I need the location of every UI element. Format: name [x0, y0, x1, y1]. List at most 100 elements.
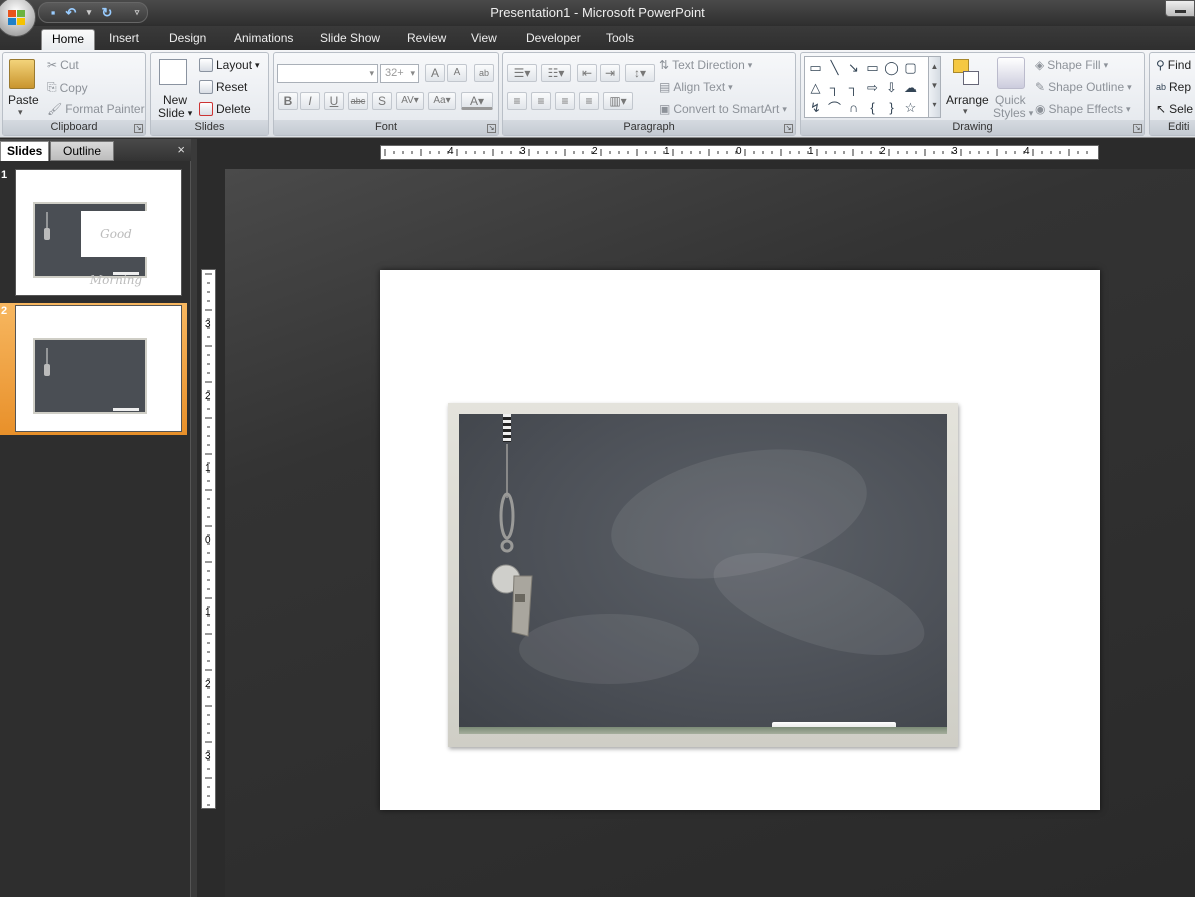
- shape-outline-button[interactable]: ✎ Shape Outline ▾: [1035, 80, 1132, 94]
- strikethrough-icon[interactable]: abc: [348, 92, 368, 110]
- arrange-icon[interactable]: [951, 57, 983, 89]
- paragraph-launcher-icon[interactable]: ↘: [784, 124, 793, 133]
- quick-styles-icon[interactable]: [997, 57, 1025, 89]
- rounded-rect-shape-icon[interactable]: ▢: [902, 59, 919, 76]
- align-text-button[interactable]: ▤ Align Text ▾: [659, 80, 733, 94]
- reset-button[interactable]: Reset: [199, 80, 247, 94]
- hruler-num: 4: [1024, 146, 1030, 157]
- bullets-icon[interactable]: ☰▾: [507, 64, 537, 82]
- undo-icon[interactable]: ↶: [63, 5, 79, 21]
- shapes-gallery[interactable]: ▭ ╲ ↘ ▭ ◯ ▢ △ ┐ ┐ ⇨ ⇩ ☁ ↯ ⌒ ∩ { } ☆ ▲ ▼ ▾: [804, 56, 941, 118]
- change-case-icon[interactable]: Aa▾: [428, 92, 456, 110]
- find-button[interactable]: ⚲ Find: [1156, 58, 1191, 72]
- tab-tools[interactable]: Tools: [596, 29, 644, 50]
- tab-review[interactable]: Review: [397, 29, 456, 50]
- columns-icon[interactable]: ▥▾: [603, 92, 633, 110]
- paste-button[interactable]: Paste: [8, 93, 39, 107]
- arrange-button[interactable]: Arrange: [946, 93, 989, 107]
- tab-insert[interactable]: Insert: [99, 29, 149, 50]
- clear-formatting-icon[interactable]: ab: [474, 64, 494, 82]
- italic-icon[interactable]: I: [300, 92, 320, 110]
- shadow-icon[interactable]: S: [372, 92, 392, 110]
- rectangle-shape-icon[interactable]: ▭: [864, 59, 881, 76]
- replace-button[interactable]: ab Rep: [1156, 80, 1191, 94]
- format-painter-button[interactable]: 🖌 Format Painter: [47, 102, 145, 116]
- redo-icon[interactable]: ↻: [99, 5, 115, 21]
- slide-thumbnail-1[interactable]: 1 Good Morning: [0, 167, 187, 299]
- convert-smartart-button[interactable]: ▣ Convert to SmartArt ▾: [659, 102, 787, 116]
- bold-icon[interactable]: B: [278, 92, 298, 110]
- tab-view[interactable]: View: [461, 29, 507, 50]
- font-color-icon[interactable]: A▾: [461, 92, 493, 110]
- new-slide-icon[interactable]: [159, 59, 187, 85]
- numbering-icon[interactable]: ☷▾: [541, 64, 571, 82]
- shape-fill-button[interactable]: ◈ Shape Fill ▾: [1035, 58, 1108, 72]
- tab-outline[interactable]: Outline: [50, 141, 115, 161]
- freeform-shape-icon[interactable]: ☁: [902, 79, 919, 96]
- arrange-dropdown-icon[interactable]: ▾: [963, 106, 968, 117]
- font-launcher-icon[interactable]: ↘: [487, 124, 496, 133]
- tab-slide-show[interactable]: Slide Show: [310, 29, 390, 50]
- tab-design[interactable]: Design: [159, 29, 216, 50]
- slide-thumbnail-2[interactable]: 2: [0, 303, 187, 435]
- arc-shape-icon[interactable]: ⌒: [826, 99, 843, 116]
- clipboard-launcher-icon[interactable]: ↘: [134, 124, 143, 133]
- right-brace-shape-icon[interactable]: }: [883, 99, 900, 116]
- elbow-arrow-shape-icon[interactable]: ┐: [845, 79, 862, 96]
- shrink-font-icon[interactable]: A: [447, 64, 467, 82]
- shape-effects-button[interactable]: ◉ Shape Effects ▾: [1035, 102, 1131, 116]
- elbow-connector-shape-icon[interactable]: ┐: [826, 79, 843, 96]
- font-size-combo[interactable]: 32+: [380, 64, 419, 83]
- character-spacing-icon[interactable]: AV▾: [396, 92, 424, 110]
- close-pane-icon[interactable]: ×: [177, 142, 185, 157]
- slide[interactable]: [380, 270, 1100, 810]
- new-slide-label-2[interactable]: Slide ▾: [158, 106, 192, 120]
- curved-arrow-shape-icon[interactable]: ↯: [807, 99, 824, 116]
- shapes-scroll-icon[interactable]: ▲ ▼ ▾: [928, 57, 940, 117]
- line-shape-icon[interactable]: ╲: [826, 59, 843, 76]
- thumbnail-chalk: [113, 408, 139, 411]
- increase-indent-icon[interactable]: ⇥: [600, 64, 620, 82]
- left-brace-shape-icon[interactable]: {: [864, 99, 881, 116]
- paste-dropdown-icon[interactable]: ▾: [18, 107, 23, 118]
- drawing-launcher-icon[interactable]: ↘: [1133, 124, 1142, 133]
- undo-dropdown-icon[interactable]: ▾: [81, 5, 97, 21]
- chalkboard-picture[interactable]: [448, 403, 958, 747]
- font-name-combo[interactable]: [277, 64, 378, 83]
- right-arrow-shape-icon[interactable]: ⇨: [864, 79, 881, 96]
- quick-styles-label-2[interactable]: Styles ▾: [993, 106, 1033, 120]
- triangle-shape-icon[interactable]: △: [807, 79, 824, 96]
- decrease-indent-icon[interactable]: ⇤: [577, 64, 597, 82]
- cut-button[interactable]: ✂ Cut: [47, 58, 79, 72]
- curve-shape-icon[interactable]: ∩: [845, 99, 862, 116]
- save-icon[interactable]: ▪: [45, 5, 61, 21]
- justify-icon[interactable]: ≡: [579, 92, 599, 110]
- customize-qat-icon[interactable]: ▿: [129, 5, 145, 21]
- tab-home[interactable]: Home: [41, 29, 96, 50]
- oval-shape-icon[interactable]: ◯: [883, 59, 900, 76]
- tab-developer[interactable]: Developer: [516, 29, 591, 50]
- paint-bucket-icon: ◈: [1035, 58, 1045, 72]
- minimize-button[interactable]: [1165, 0, 1195, 17]
- copy-button[interactable]: ⎘ Copy: [47, 80, 88, 95]
- align-right-icon[interactable]: ≡: [555, 92, 575, 110]
- layout-button[interactable]: Layout ▾: [199, 58, 260, 72]
- tab-animations[interactable]: Animations: [224, 29, 303, 50]
- pane-splitter[interactable]: [191, 139, 197, 897]
- delete-button[interactable]: Delete: [199, 102, 251, 116]
- grow-font-icon[interactable]: A: [425, 64, 445, 82]
- paste-icon[interactable]: [9, 59, 35, 89]
- align-center-icon[interactable]: ≡: [531, 92, 551, 110]
- tab-slides[interactable]: Slides: [0, 141, 50, 161]
- line-spacing-icon[interactable]: ↕▾: [625, 64, 655, 82]
- textbox-shape-icon[interactable]: ▭: [807, 59, 824, 76]
- new-slide-label-1[interactable]: New: [163, 93, 187, 107]
- underline-icon[interactable]: U: [324, 92, 344, 110]
- star-shape-icon[interactable]: ☆: [902, 99, 919, 116]
- select-button[interactable]: ↖ Sele: [1156, 102, 1193, 116]
- down-arrow-shape-icon[interactable]: ⇩: [883, 79, 900, 96]
- align-left-icon[interactable]: ≡: [507, 92, 527, 110]
- text-direction-button[interactable]: ⇅ Text Direction ▾: [659, 58, 752, 72]
- arrow-line-shape-icon[interactable]: ↘: [845, 59, 862, 76]
- quick-styles-label-1[interactable]: Quick: [995, 93, 1026, 107]
